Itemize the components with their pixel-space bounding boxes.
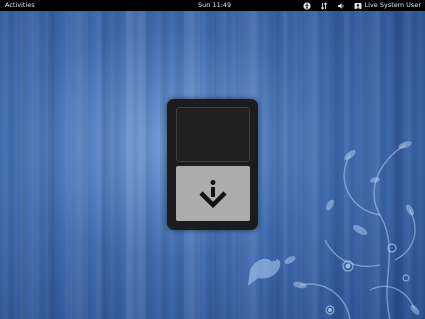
user-menu[interactable]: Live System User — [354, 0, 421, 11]
accessibility-icon[interactable] — [302, 1, 311, 10]
floral-decoration — [248, 141, 420, 319]
install-to-hard-drive-button[interactable] — [176, 166, 250, 221]
activities-button[interactable]: Activities — [5, 0, 35, 11]
volume-icon[interactable] — [337, 2, 345, 10]
user-icon — [354, 2, 362, 10]
system-tray: Live System User — [302, 0, 421, 11]
desktop: Activities Sun 11:49 Live System User — [0, 0, 425, 319]
installer-display-area — [176, 107, 250, 162]
download-arrow-icon — [199, 180, 227, 209]
live-installer-window — [167, 99, 258, 230]
network-icon[interactable] — [320, 1, 328, 10]
top-bar: Activities Sun 11:49 Live System User — [0, 0, 425, 11]
clock[interactable]: Sun 11:49 — [198, 0, 231, 11]
user-name: Live System User — [364, 1, 421, 9]
